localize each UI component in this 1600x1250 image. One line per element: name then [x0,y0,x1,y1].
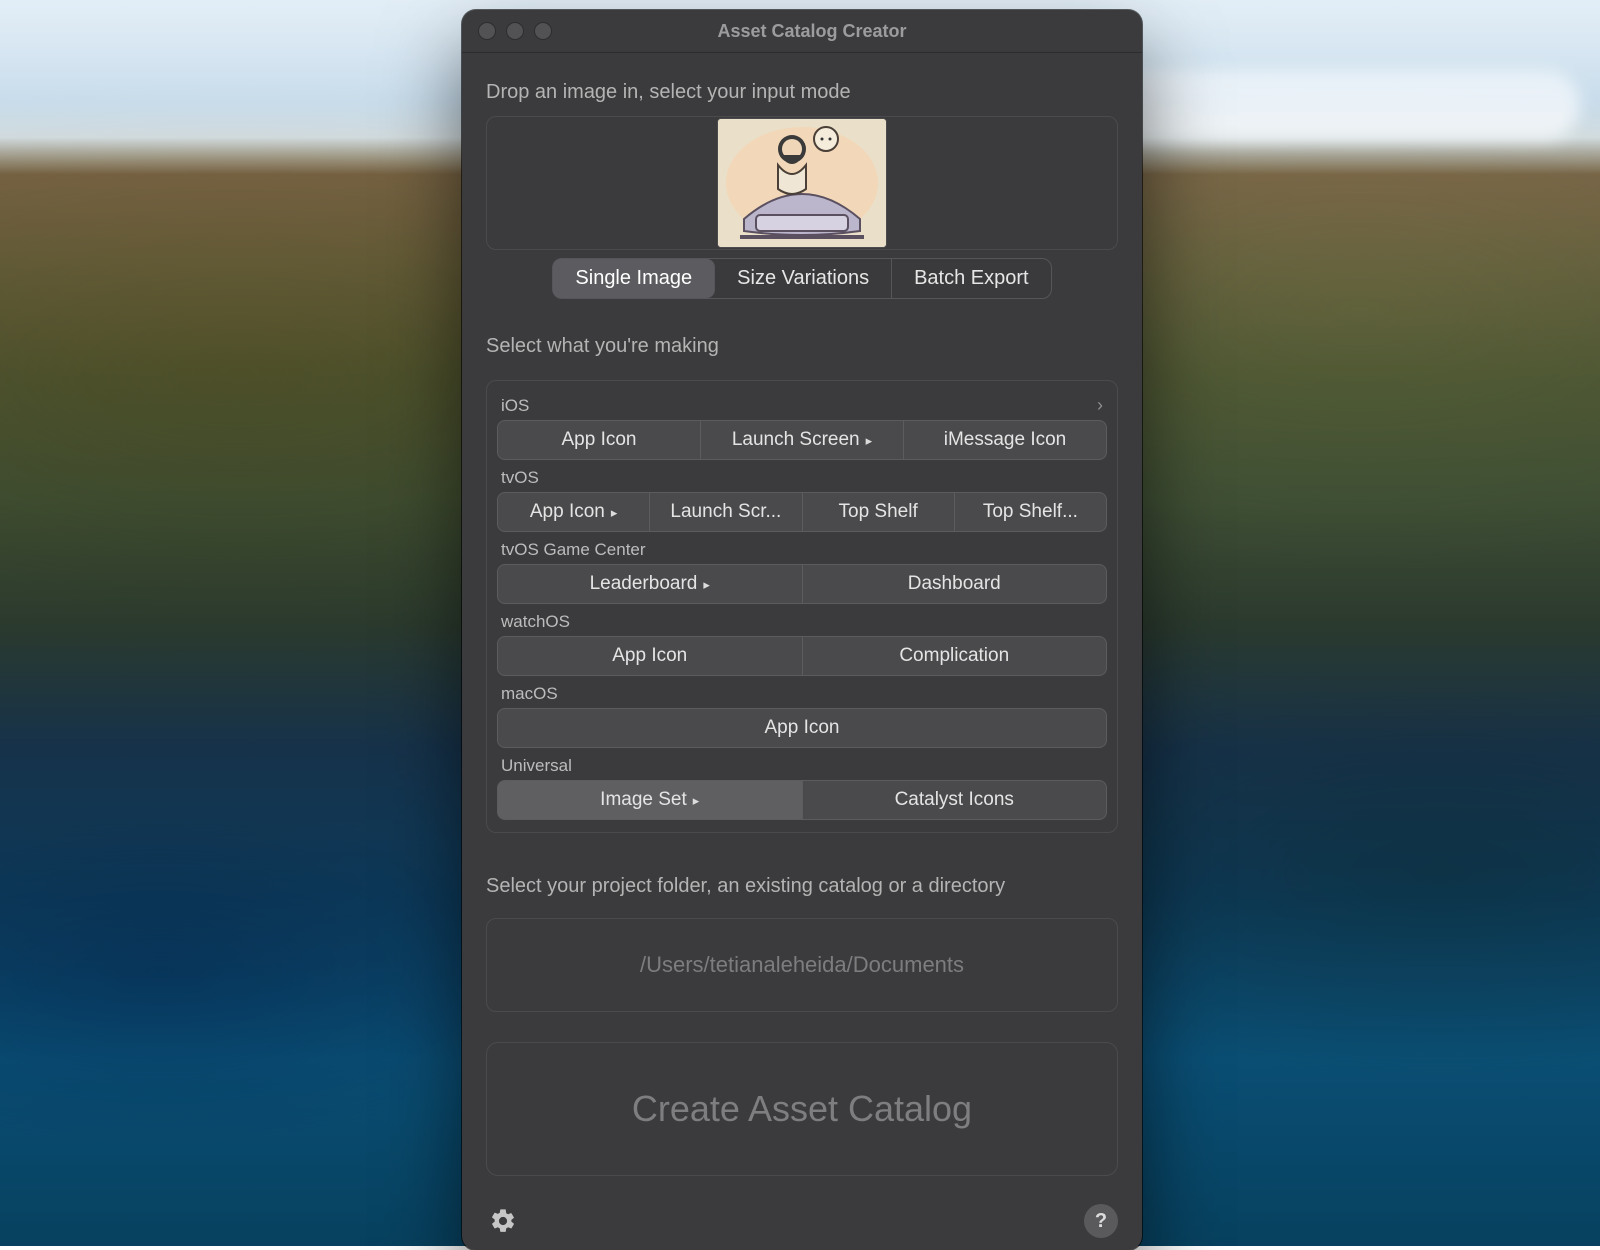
mode-size-variations[interactable]: Size Variations [715,259,892,298]
universal-image-set-label: Image Set [600,789,687,811]
window-content: Drop an image in, select your input mode [462,53,1142,1250]
help-icon: ? [1095,1210,1107,1233]
platform-macos-header: macOS [497,682,1107,708]
input-mode-segmented: Single Image Size Variations Batch Expor… [552,258,1051,299]
platform-tvos-header: tvOS [497,466,1107,492]
help-button[interactable]: ? [1084,1204,1118,1238]
tvos-app-icon-button[interactable]: App Icon ▸ [497,492,650,532]
ios-app-icon-label: App Icon [562,429,637,451]
watchos-complication-button[interactable]: Complication [803,636,1108,676]
drop-section-label: Drop an image in, select your input mode [486,81,1118,104]
tvos-gc-dashboard-label: Dashboard [908,573,1001,595]
watchos-complication-label: Complication [899,645,1009,667]
cloud-decoration [1080,70,1580,140]
tvos-gc-dashboard-button[interactable]: Dashboard [803,564,1108,604]
window-title: Asset Catalog Creator [498,21,1126,42]
tvos-app-icon-label: App Icon [530,501,605,523]
platform-universal-label: Universal [501,756,572,776]
macos-app-icon-button[interactable]: App Icon [497,708,1107,748]
menu-arrow-icon: ▸ [866,433,873,449]
platform-ios-header[interactable]: iOS › [497,393,1107,420]
image-drop-zone[interactable] [486,116,1118,250]
tvos-gc-leaderboard-button[interactable]: Leaderboard ▸ [497,564,803,604]
ios-launch-screen-button[interactable]: Launch Screen ▸ [701,420,904,460]
tvos-launch-screen-label: Launch Scr... [670,501,781,523]
platform-tvos-gc-header: tvOS Game Center [497,538,1107,564]
ios-launch-screen-label: Launch Screen [732,429,860,451]
mode-batch-export[interactable]: Batch Export [892,259,1051,298]
ios-app-icon-button[interactable]: App Icon [497,420,701,460]
universal-image-set-button[interactable]: Image Set ▸ [497,780,803,820]
gear-icon [489,1207,517,1235]
universal-catalyst-label: Catalyst Icons [895,789,1014,811]
menu-arrow-icon: ▸ [703,577,710,593]
chevron-right-icon: › [1097,395,1103,416]
app-window: Asset Catalog Creator Drop an image in, … [462,10,1142,1250]
platform-ios: iOS › App Icon Launch Screen ▸ iMessage … [497,393,1107,460]
tvos-top-shelf-label: Top Shelf [839,501,918,523]
watchos-app-icon-button[interactable]: App Icon [497,636,803,676]
output-path-value: /Users/tetianaleheida/Documents [640,952,964,978]
close-button[interactable] [478,22,496,40]
platform-tvos-gc-label: tvOS Game Center [501,540,646,560]
platform-universal: Universal Image Set ▸ Catalyst Icons [497,754,1107,820]
platform-ios-label: iOS [501,396,529,416]
footer: ? [486,1194,1118,1238]
output-section-label: Select your project folder, an existing … [486,875,1118,898]
watchos-app-icon-label: App Icon [612,645,687,667]
tvos-top-shelf-button[interactable]: Top Shelf [803,492,955,532]
settings-button[interactable] [486,1204,520,1238]
tvos-top-shelf-more-label: Top Shelf... [983,501,1078,523]
menu-arrow-icon: ▸ [693,793,700,809]
platforms-panel: iOS › App Icon Launch Screen ▸ iMessage … [486,380,1118,833]
platform-watchos-header: watchOS [497,610,1107,636]
menu-arrow-icon: ▸ [611,505,618,521]
dropped-image [717,118,887,248]
output-path-well[interactable]: /Users/tetianaleheida/Documents [486,918,1118,1012]
platform-watchos-label: watchOS [501,612,570,632]
platform-macos: macOS App Icon [497,682,1107,748]
tvos-launch-screen-button[interactable]: Launch Scr... [650,492,802,532]
universal-catalyst-icons-button[interactable]: Catalyst Icons [803,780,1108,820]
macos-app-icon-label: App Icon [765,717,840,739]
titlebar: Asset Catalog Creator [462,10,1142,53]
ios-imessage-label: iMessage Icon [944,429,1067,451]
platform-universal-header: Universal [497,754,1107,780]
making-section-label: Select what you're making [486,335,1118,358]
platform-watchos: watchOS App Icon Complication [497,610,1107,676]
platform-tvos-gamecenter: tvOS Game Center Leaderboard ▸ Dashboard [497,538,1107,604]
tvos-gc-leaderboard-label: Leaderboard [590,573,698,595]
tvos-top-shelf-more-button[interactable]: Top Shelf... [955,492,1107,532]
create-button-label: Create Asset Catalog [632,1088,972,1130]
platform-macos-label: macOS [501,684,558,704]
platform-tvos: tvOS App Icon ▸ Launch Scr... Top Shelf … [497,466,1107,532]
create-asset-catalog-button[interactable]: Create Asset Catalog [486,1042,1118,1176]
ios-imessage-icon-button[interactable]: iMessage Icon [904,420,1107,460]
platform-tvos-label: tvOS [501,468,539,488]
mode-single-image[interactable]: Single Image [553,259,715,298]
